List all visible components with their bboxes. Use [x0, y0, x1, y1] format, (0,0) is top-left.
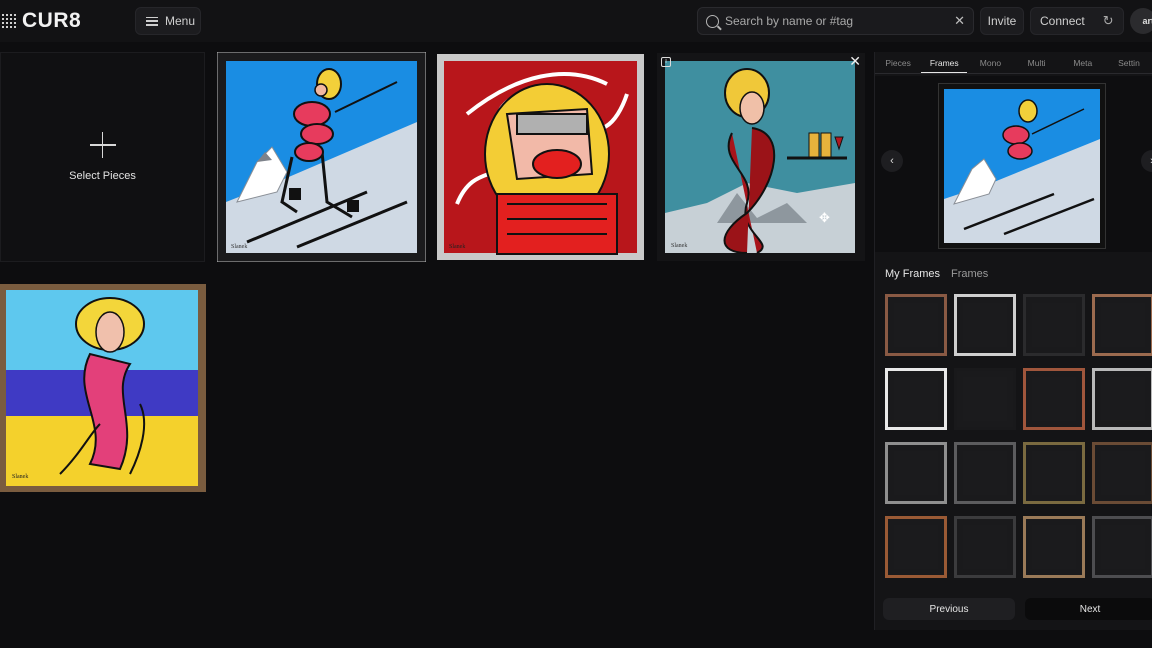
artwork-skier-image: Slanek — [217, 52, 426, 262]
avatar[interactable]: art — [1130, 8, 1152, 34]
clear-search-icon[interactable]: ✕ — [954, 13, 965, 29]
frame-option-inner — [1101, 303, 1145, 347]
invite-button[interactable]: Invite — [980, 7, 1024, 35]
search-icon — [706, 14, 719, 28]
connect-button[interactable]: Connect ↻ — [1030, 7, 1124, 35]
frame-option-inner — [1032, 451, 1076, 495]
artwork-waitress-image: Slanek — [657, 53, 865, 261]
frame-option-inner — [894, 303, 938, 347]
frames-grid — [885, 294, 1152, 594]
subtab-my-frames[interactable]: My Frames — [885, 268, 940, 280]
frame-option-inner — [963, 377, 1007, 421]
tab-mono[interactable]: Mono — [967, 52, 1013, 73]
preview-artwork — [939, 84, 1105, 248]
menu-label: Menu — [165, 14, 196, 28]
app-logo[interactable]: CUR8 — [0, 8, 81, 34]
preview-skier-image — [944, 89, 1100, 243]
frame-option-copper-thin[interactable] — [885, 294, 947, 356]
chevron-left-icon[interactable]: ‹ — [881, 150, 903, 172]
svg-text:Slanek: Slanek — [231, 244, 247, 250]
frame-option-silver-ornate[interactable] — [1092, 368, 1152, 430]
connect-label: Connect — [1040, 14, 1085, 28]
tab-meta[interactable]: Meta — [1060, 52, 1106, 73]
frame-option-rose-copper[interactable] — [1023, 368, 1085, 430]
select-pieces-tile[interactable]: Select Pieces — [0, 52, 205, 262]
frame-option-inner — [1032, 377, 1076, 421]
frame-option-gold-wood[interactable] — [1023, 516, 1085, 578]
svg-text:Slanek: Slanek — [449, 244, 465, 250]
frame-option-inner — [963, 303, 1007, 347]
frame-option-copper[interactable] — [1092, 294, 1152, 356]
frame-option-silver-thin[interactable] — [954, 294, 1016, 356]
frame-option-graphite[interactable] — [1092, 516, 1152, 578]
svg-text:Slanek: Slanek — [671, 243, 687, 249]
subtab-frames[interactable]: Frames — [951, 268, 988, 280]
tab-multi[interactable]: Multi — [1014, 52, 1060, 73]
top-bar: CUR8 Menu ✕ Invite Connect ↻ art — [0, 0, 1152, 42]
frame-option-inner — [1101, 525, 1145, 569]
frame-option-inner — [963, 525, 1007, 569]
frame-option-white[interactable] — [885, 368, 947, 430]
artwork-face[interactable]: Slanek — [437, 54, 644, 260]
frame-option-inner — [1032, 303, 1076, 347]
artwork-skier[interactable]: Slanek — [217, 52, 426, 262]
logo-grid-icon — [2, 14, 16, 28]
info-icon[interactable]: i — [661, 57, 671, 67]
frame-option-inner — [894, 377, 938, 421]
frame-option-inner — [1101, 377, 1145, 421]
next-button[interactable]: Next — [1025, 598, 1152, 620]
frame-option-inner — [1101, 451, 1145, 495]
move-icon[interactable]: ✥ — [819, 210, 830, 226]
frame-preview: ‹ › — [875, 76, 1152, 252]
frame-option-dark[interactable] — [954, 368, 1016, 430]
search-bar[interactable]: ✕ — [697, 7, 974, 35]
frame-option-gold-thin[interactable] — [1023, 442, 1085, 504]
frame-option-bronze[interactable] — [1092, 442, 1152, 504]
tab-pieces[interactable]: Pieces — [875, 52, 921, 73]
frame-option-inner — [894, 525, 938, 569]
frame-option-marble[interactable] — [885, 442, 947, 504]
panel-tabs: Pieces Frames Mono Multi Meta Settin — [875, 52, 1152, 74]
menu-button[interactable]: Menu — [135, 7, 201, 35]
frame-option-copper-wood[interactable] — [885, 516, 947, 578]
frames-panel: PiecesFramesMonoMultiMetaSettin ‹ › My F… — [874, 52, 1152, 630]
select-pieces-label: Select Pieces — [69, 170, 136, 182]
artwork-beach[interactable]: Slanek — [0, 284, 206, 492]
tab-settin[interactable]: Settin — [1106, 52, 1152, 73]
frame-option-inner — [963, 451, 1007, 495]
refresh-icon[interactable]: ↻ — [1103, 13, 1114, 29]
plus-icon — [89, 132, 116, 158]
artwork-beach-image: Slanek — [0, 284, 206, 492]
frame-option-black[interactable] — [1023, 294, 1085, 356]
frame-option-charcoal[interactable] — [954, 516, 1016, 578]
frame-option-inner — [894, 451, 938, 495]
hamburger-icon — [146, 16, 158, 26]
frame-option-grey-thin[interactable] — [954, 442, 1016, 504]
frame-option-inner — [1032, 525, 1076, 569]
search-input[interactable] — [725, 14, 945, 28]
artwork-waitress[interactable]: Slanek i ✕ ✥ — [657, 53, 865, 261]
previous-button[interactable]: Previous — [883, 598, 1015, 620]
chevron-right-icon[interactable]: › — [1141, 150, 1152, 172]
frame-subtabs: My Frames Frames — [885, 268, 988, 280]
logo-text: CUR8 — [22, 9, 82, 32]
close-icon[interactable]: ✕ — [849, 53, 861, 70]
artwork-face-image: Slanek — [437, 54, 644, 260]
tab-frames[interactable]: Frames — [921, 52, 968, 73]
svg-text:Slanek: Slanek — [12, 474, 28, 480]
